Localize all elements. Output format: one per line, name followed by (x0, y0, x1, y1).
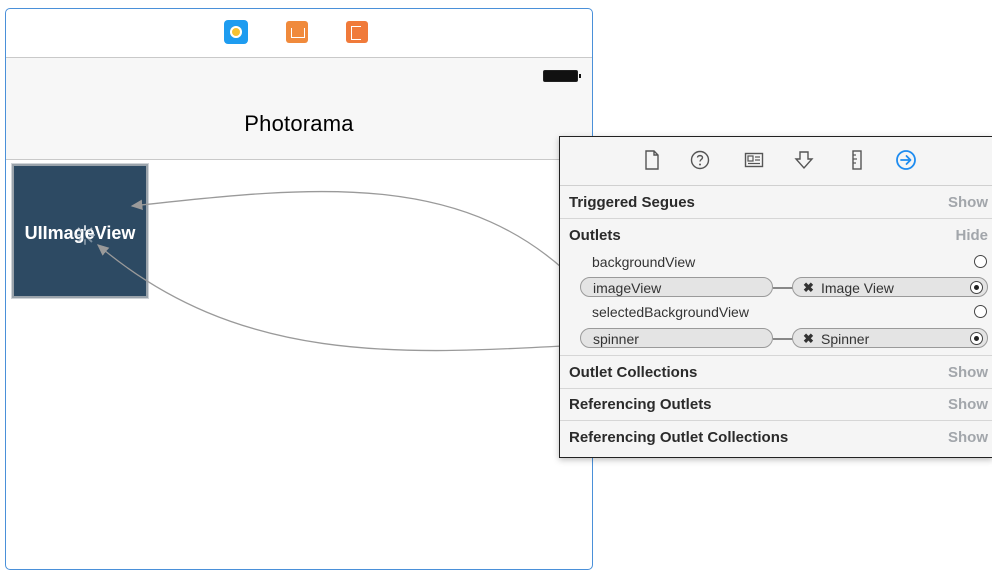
attributes-icon[interactable] (793, 149, 815, 171)
show-toggle[interactable]: Show (948, 194, 988, 211)
triggered-segues-section: Triggered Segues Show (560, 186, 992, 219)
image-view[interactable]: UIImageView (11, 163, 149, 299)
outlet-pill[interactable]: spinner (580, 328, 773, 348)
outlet-row-spinner: spinner ✖ Spinner (560, 326, 992, 351)
scene-frame: Photorama UIImageView (5, 8, 593, 570)
disconnect-icon[interactable]: ✖ (803, 280, 814, 296)
nav-title: Photorama (244, 111, 354, 136)
pill-link (773, 338, 793, 340)
view-controller-icon[interactable] (224, 20, 248, 44)
outlet-collections-section: Outlet Collections Show (560, 355, 992, 389)
show-toggle[interactable]: Show (948, 364, 988, 381)
outlet-name: imageView (593, 280, 662, 296)
section-title: Outlet Collections (569, 364, 698, 381)
help-icon[interactable] (689, 149, 711, 171)
section-title: Triggered Segues (569, 194, 695, 211)
section-title: Outlets (569, 227, 621, 244)
exit-icon[interactable] (346, 21, 368, 43)
pill-link (773, 287, 793, 289)
outlet-name: backgroundView (592, 254, 696, 270)
disconnect-icon[interactable]: ✖ (803, 331, 814, 347)
size-icon[interactable] (846, 149, 868, 171)
hide-toggle[interactable]: Hide (955, 227, 988, 244)
referencing-outlets-section: Referencing Outlets Show (560, 388, 992, 421)
outlets-section: Outlets Hide (560, 219, 992, 251)
target-pill[interactable]: ✖ Spinner (792, 328, 988, 348)
connection-circle[interactable] (974, 305, 987, 318)
battery-icon (543, 70, 581, 82)
outlet-row-selectedbackgroundview: selectedBackgroundView (560, 300, 992, 325)
spinner-icon[interactable] (74, 224, 96, 246)
referencing-outlet-collections-section: Referencing Outlet Collections Show (560, 421, 992, 453)
connections-inspector: Triggered Segues Show Outlets Hide backg… (559, 136, 992, 458)
identity-icon[interactable] (743, 149, 765, 171)
scene-dock (6, 9, 592, 58)
outlet-row-imageview: imageView ✖ Image View (560, 275, 992, 300)
inspector-toolbar (560, 137, 992, 186)
target-pill[interactable]: ✖ Image View (792, 277, 988, 297)
connection-circle[interactable] (974, 255, 987, 268)
first-responder-icon[interactable] (286, 21, 308, 43)
file-icon[interactable] (641, 149, 663, 171)
target-name: Image View (821, 280, 894, 296)
connections-icon[interactable] (895, 149, 917, 171)
outlet-row-backgroundview: backgroundView (560, 250, 992, 275)
outlet-name: selectedBackgroundView (592, 304, 749, 320)
section-title: Referencing Outlets (569, 396, 712, 413)
show-toggle[interactable]: Show (948, 429, 988, 446)
navigation-bar: Photorama (6, 58, 592, 160)
connection-circle-filled[interactable] (970, 332, 983, 345)
outlet-pill[interactable]: imageView (580, 277, 773, 297)
connection-circle-filled[interactable] (970, 281, 983, 294)
show-toggle[interactable]: Show (948, 396, 988, 413)
section-title: Referencing Outlet Collections (569, 429, 789, 446)
target-name: Spinner (821, 331, 870, 347)
outlet-name: spinner (593, 331, 639, 347)
